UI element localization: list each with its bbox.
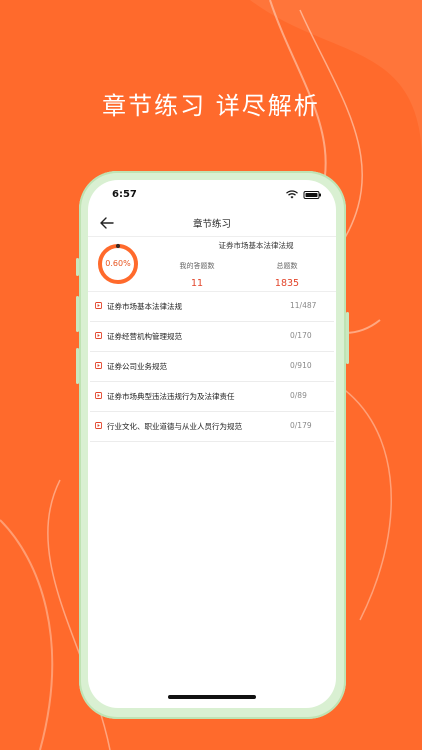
answered-count-label: 我的答题数 — [179, 262, 215, 270]
battery-icon — [303, 191, 321, 199]
wifi-icon — [286, 190, 298, 199]
progress-percent-text: 0.60% — [105, 259, 131, 268]
progress-summary: 0.60% 证券市场基本法律法规 我的答题数 11 总题数 1835 — [88, 237, 336, 292]
chapter-row[interactable]: 证券市场基本法律法规 11/487 — [90, 292, 334, 322]
phone-power-button — [346, 312, 349, 364]
status-icons — [286, 190, 321, 199]
play-square-icon — [95, 362, 102, 369]
phone-screen: 6:57 章节练习 0.60% 证券市场基本法律法规 我的答题数 11 总题数 … — [88, 180, 336, 708]
promo-headline: 章节练习 详尽解析 — [102, 92, 320, 120]
chapter-progress: 0/910 — [290, 361, 312, 370]
total-count-value: 1835 — [274, 278, 300, 289]
chapter-progress: 11/487 — [290, 301, 317, 310]
play-square-icon — [95, 332, 102, 339]
status-time: 6:57 — [112, 189, 137, 200]
chapter-name: 证券公司业务规范 — [107, 362, 167, 371]
chapter-row[interactable]: 证券经营机构管理规范 0/170 — [90, 322, 334, 352]
chapter-progress: 0/179 — [290, 421, 312, 430]
chapter-name: 证券经营机构管理规范 — [107, 332, 182, 341]
play-square-icon — [95, 392, 102, 399]
chapter-list: 证券市场基本法律法规 11/487 证券经营机构管理规范 0/170 证券公司业… — [90, 292, 334, 442]
chapter-progress: 0/170 — [290, 331, 312, 340]
chapter-progress: 0/89 — [290, 391, 307, 400]
total-count-label: 总题数 — [276, 262, 298, 270]
play-square-icon — [95, 422, 102, 429]
answered-count-value: 11 — [190, 278, 204, 289]
status-bar: 6:57 — [88, 180, 336, 210]
play-square-icon — [95, 302, 102, 309]
chapter-row[interactable]: 行业文化、职业道德与从业人员行为规范 0/179 — [90, 412, 334, 442]
chapter-name: 证券市场典型违法违规行为及法律责任 — [107, 392, 235, 401]
chapter-row[interactable]: 证券公司业务规范 0/910 — [90, 352, 334, 382]
page-title: 章节练习 — [192, 219, 231, 230]
chapter-name: 证券市场基本法律法规 — [107, 302, 182, 311]
nav-bar: 章节练习 — [88, 210, 336, 237]
chapter-row[interactable]: 证券市场典型违法违规行为及法律责任 0/89 — [90, 382, 334, 412]
chapter-name: 行业文化、职业道德与从业人员行为规范 — [107, 422, 242, 431]
home-indicator[interactable] — [168, 695, 256, 699]
subject-title: 证券市场基本法律法规 — [218, 241, 294, 250]
